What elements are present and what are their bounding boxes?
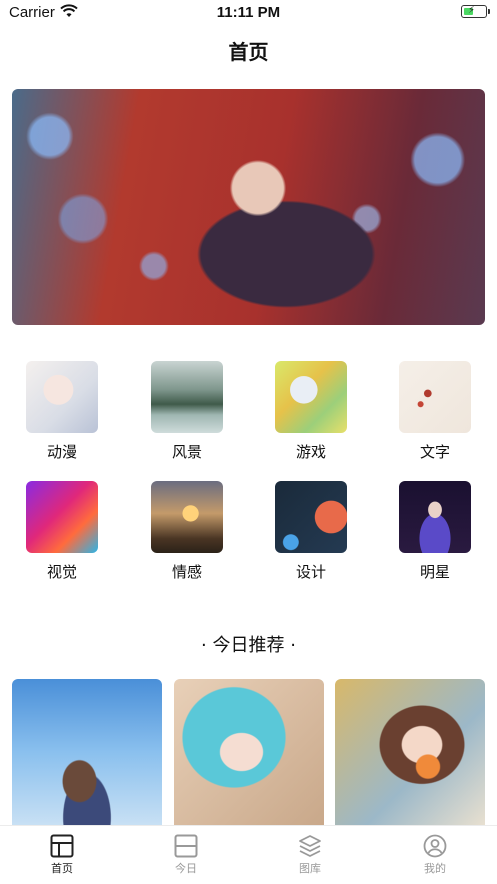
profile-icon bbox=[423, 834, 447, 858]
category-label: 文字 bbox=[419, 443, 450, 461]
tab-bar: 首页 今日 图库 我的 bbox=[0, 825, 497, 884]
tab-gallery[interactable]: 图库 bbox=[248, 826, 372, 884]
star-thumb bbox=[399, 481, 471, 553]
tab-profile[interactable]: 我的 bbox=[373, 826, 497, 884]
text-thumb bbox=[399, 361, 471, 433]
category-anime[interactable]: 动漫 bbox=[12, 361, 112, 462]
category-label: 情感 bbox=[171, 563, 202, 581]
tab-label: 图库 bbox=[299, 862, 321, 875]
category-label: 动漫 bbox=[46, 443, 77, 461]
landscape-thumb bbox=[151, 361, 223, 433]
tab-home[interactable]: 首页 bbox=[0, 826, 124, 884]
recommend-card-3[interactable] bbox=[335, 679, 485, 825]
category-game[interactable]: 游戏 bbox=[261, 361, 361, 462]
anime-thumb bbox=[26, 361, 98, 433]
battery-icon: ⚡ bbox=[461, 5, 490, 18]
category-label: 设计 bbox=[295, 563, 326, 581]
category-text[interactable]: 文字 bbox=[385, 361, 485, 462]
tab-label: 今日 bbox=[175, 862, 197, 875]
category-visual[interactable]: 视觉 bbox=[12, 481, 112, 582]
category-star[interactable]: 明星 bbox=[385, 481, 485, 582]
category-label: 游戏 bbox=[295, 443, 326, 461]
recommend-card-1[interactable] bbox=[12, 679, 162, 825]
category-design[interactable]: 设计 bbox=[261, 481, 361, 582]
game-thumb bbox=[275, 361, 347, 433]
emotion-thumb bbox=[151, 481, 223, 553]
category-label: 视觉 bbox=[46, 563, 77, 581]
recommend-image bbox=[335, 679, 485, 825]
category-landscape[interactable]: 风景 bbox=[137, 361, 237, 462]
category-label: 风景 bbox=[171, 443, 202, 461]
tab-today[interactable]: 今日 bbox=[124, 826, 248, 884]
today-icon bbox=[174, 834, 198, 858]
visual-thumb bbox=[26, 481, 98, 553]
banner-image[interactable] bbox=[12, 89, 485, 325]
recommend-card-2[interactable] bbox=[174, 679, 324, 825]
tab-label: 首页 bbox=[51, 862, 73, 875]
design-thumb bbox=[275, 481, 347, 553]
category-emotion[interactable]: 情感 bbox=[137, 481, 237, 582]
clock: 11:11 PM bbox=[216, 4, 281, 21]
status-bar: Carrier 11:11 PM ⚡ bbox=[0, 0, 497, 26]
section-title: · 今日推荐 · bbox=[201, 635, 296, 656]
home-icon bbox=[50, 834, 74, 858]
page-title: 首页 bbox=[228, 40, 269, 64]
recommend-image bbox=[174, 679, 324, 825]
tab-label: 我的 bbox=[424, 862, 446, 875]
gallery-layers-icon bbox=[299, 835, 321, 857]
category-label: 明星 bbox=[419, 563, 450, 581]
recommend-image bbox=[12, 679, 162, 825]
